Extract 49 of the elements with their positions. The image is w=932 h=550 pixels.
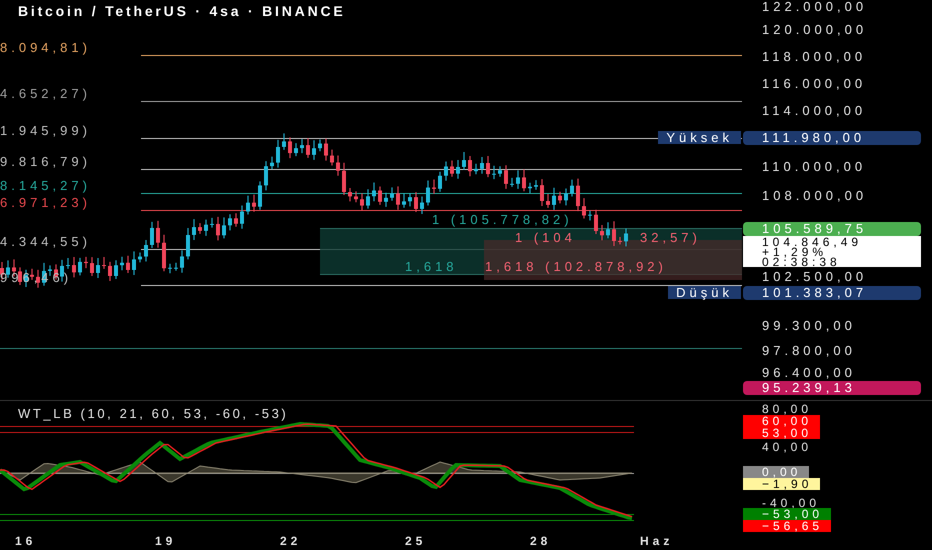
indicator-badge: −1,90 bbox=[743, 478, 820, 490]
price-tick: 97.800,00 bbox=[762, 344, 856, 357]
indicator-badge: 0,00 bbox=[743, 466, 810, 478]
price-badge: 101.383,07 bbox=[743, 286, 921, 300]
time-tick: 22 bbox=[280, 535, 302, 547]
time-tick: 25 bbox=[405, 535, 426, 547]
price-tick: 110.000,00 bbox=[762, 160, 866, 173]
price-tick: 96.400,00 bbox=[762, 366, 856, 379]
price-tick: 108.000,00 bbox=[762, 189, 868, 202]
fib-level-label: 8.094,81) bbox=[0, 41, 91, 54]
price-tick: 120.000,00 bbox=[762, 23, 868, 36]
price-badge: 105.589,75 bbox=[743, 222, 921, 236]
indicator-tick: 80,00 bbox=[762, 403, 812, 415]
time-tick: 28 bbox=[530, 535, 552, 547]
indicator-tick: -40,00 bbox=[762, 497, 820, 509]
price-change: +1,29% bbox=[762, 247, 828, 257]
fib-level-label: 6.971,23) bbox=[0, 196, 91, 209]
current-price: 104.846,49 bbox=[762, 237, 862, 247]
price-tick: 116.000,00 bbox=[762, 77, 866, 90]
fib-level-label: 9.816,79) bbox=[0, 155, 91, 168]
fib-target-label: 32,57) bbox=[640, 231, 701, 244]
fib-target-label: 1,618 bbox=[405, 260, 458, 273]
indicator-tick: 40,00 bbox=[762, 441, 812, 453]
indicator-badge: 53,00 bbox=[743, 427, 820, 439]
price-tick: 102.500,00 bbox=[762, 270, 868, 283]
fib-target-label: 1,618 (102.878,92) bbox=[485, 260, 667, 273]
fib-level-label: 4.652,27) bbox=[0, 87, 91, 100]
fib-level-label: 4.344,55) bbox=[0, 235, 91, 248]
fib-target-label: 1 (104 bbox=[515, 231, 576, 244]
indicator-badge: 60,00 bbox=[743, 415, 820, 427]
indicator-badge: −56,65 bbox=[743, 520, 832, 532]
indicator-badge: −53,00 bbox=[743, 508, 832, 520]
indicator-title: WT_LB (10, 21, 60, 53, -60, -53) bbox=[18, 407, 288, 420]
price-tick: 122.000,00 bbox=[762, 0, 868, 13]
fib-level-label: 1.945,99) bbox=[0, 124, 91, 137]
price-badge: 111.980,00 bbox=[743, 131, 921, 145]
price-tick: 114.000,00 bbox=[762, 104, 866, 117]
fib-level-label: 8.145,27) bbox=[0, 179, 91, 192]
bar-countdown: 02:38:38 bbox=[762, 257, 841, 267]
price-tick: 118.000,00 bbox=[762, 50, 866, 63]
price-tick: 99.300,00 bbox=[762, 319, 856, 332]
fib-target-label: 1 (105.778,82) bbox=[432, 213, 573, 226]
high-label: Yüksek bbox=[658, 131, 741, 144]
price-badge: 95.239,13 bbox=[743, 381, 921, 395]
time-tick: 16 bbox=[15, 535, 36, 547]
low-label: Düşük bbox=[668, 286, 741, 299]
chart-title: Bitcoin / TetherUS · 4sa · BINANCE bbox=[18, 4, 346, 18]
time-tick: Haz bbox=[640, 535, 674, 547]
time-tick: 19 bbox=[155, 535, 176, 547]
